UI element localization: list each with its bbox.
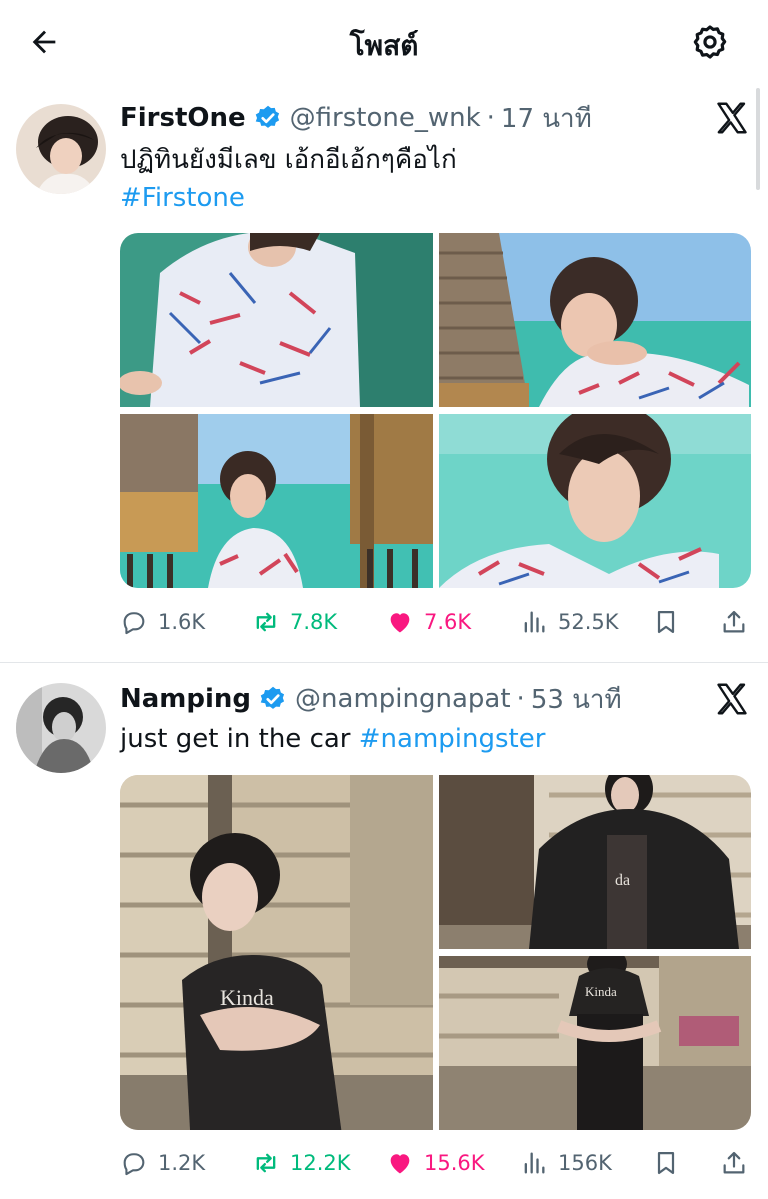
media-grid: Kinda da Kinda xyxy=(120,775,751,1130)
hashtag-link[interactable]: #Firstone xyxy=(120,183,245,213)
settings-button[interactable] xyxy=(688,20,732,64)
post-card[interactable]: Namping @nampingnapat · 53 นาที just get… xyxy=(0,663,768,1199)
media-photo[interactable]: Kinda xyxy=(120,775,433,1130)
x-logo-icon[interactable] xyxy=(714,681,750,717)
post-text: ปฏิทินยังมีเลข เอ้กอีเอ้กๆคือไก่ xyxy=(120,145,457,175)
heart-icon xyxy=(390,613,410,633)
views-button[interactable]: 156K xyxy=(520,1141,612,1185)
post-header: Namping @nampingnapat · 53 นาที xyxy=(120,679,622,719)
media-photo[interactable]: Kinda xyxy=(439,956,751,1130)
views-icon xyxy=(524,611,545,633)
repost-count: 7.8K xyxy=(290,610,338,634)
bookmark-button[interactable] xyxy=(648,1141,684,1185)
post-actions: 1.6K 7.8K 7.6K 52.5K xyxy=(120,600,760,644)
x-logo-icon[interactable] xyxy=(714,100,750,136)
share-button[interactable] xyxy=(716,600,752,644)
repost-count: 12.2K xyxy=(290,1151,351,1175)
media-photo[interactable] xyxy=(120,233,433,407)
svg-text:Kinda: Kinda xyxy=(220,985,274,1010)
media-photo[interactable] xyxy=(439,233,751,407)
hashtag-link[interactable]: #nampingster xyxy=(359,724,546,754)
share-icon xyxy=(723,610,745,633)
verified-badge-icon xyxy=(254,104,282,132)
avatar[interactable] xyxy=(16,104,106,194)
bookmark-icon xyxy=(657,610,675,634)
media-grid xyxy=(120,233,751,588)
reply-button[interactable]: 1.6K xyxy=(120,600,205,644)
separator-dot: · xyxy=(486,103,495,133)
like-count: 15.6K xyxy=(424,1151,485,1175)
display-name[interactable]: Namping xyxy=(120,684,251,714)
repost-button[interactable]: 7.8K xyxy=(252,600,337,644)
reply-count: 1.6K xyxy=(158,610,206,634)
bookmark-button[interactable] xyxy=(648,600,684,644)
heart-icon xyxy=(390,1154,410,1174)
media-photo[interactable] xyxy=(120,414,433,588)
reply-icon xyxy=(123,612,145,635)
avatar[interactable] xyxy=(16,683,106,773)
display-name[interactable]: FirstOne xyxy=(120,103,246,133)
like-button[interactable]: 15.6K xyxy=(386,1141,485,1185)
svg-text:da: da xyxy=(615,872,630,889)
post-hashtag-line: #Firstone xyxy=(120,178,245,218)
post-time[interactable]: 17 นาที xyxy=(501,98,592,139)
views-button[interactable]: 52.5K xyxy=(520,600,619,644)
page-title: โพสต์ xyxy=(349,29,419,62)
repost-icon xyxy=(256,612,276,632)
user-handle[interactable]: @nampingnapat xyxy=(295,684,511,714)
views-count: 52.5K xyxy=(558,610,619,634)
bookmark-icon xyxy=(657,1151,675,1175)
avatar-image xyxy=(16,683,106,773)
reply-icon xyxy=(123,1153,145,1176)
avatar-image xyxy=(16,104,106,194)
like-button[interactable]: 7.6K xyxy=(386,600,471,644)
share-icon xyxy=(723,1151,745,1174)
media-photo[interactable]: da xyxy=(439,775,751,949)
repost-icon xyxy=(256,1153,276,1173)
views-count: 156K xyxy=(558,1151,612,1175)
post-time[interactable]: 53 นาที xyxy=(531,679,622,720)
gear-icon xyxy=(693,25,727,59)
post-text: just get in the car xyxy=(120,724,359,754)
post-text-line: just get in the car #nampingster xyxy=(120,719,545,759)
like-count: 7.6K xyxy=(424,610,472,634)
post-header: FirstOne @firstone_wnk · 17 นาที xyxy=(120,98,592,138)
post-card[interactable]: FirstOne @firstone_wnk · 17 นาที ปฏิทินย… xyxy=(0,84,768,662)
separator-dot: · xyxy=(516,684,525,714)
repost-button[interactable]: 12.2K xyxy=(252,1141,351,1185)
share-button[interactable] xyxy=(716,1141,752,1185)
reply-button[interactable]: 1.2K xyxy=(120,1141,205,1185)
reply-count: 1.2K xyxy=(158,1151,206,1175)
svg-text:Kinda: Kinda xyxy=(585,984,617,999)
verified-badge-icon xyxy=(259,685,287,713)
top-bar: โพสต์ xyxy=(0,0,768,84)
media-photo[interactable] xyxy=(439,414,751,588)
user-handle[interactable]: @firstone_wnk xyxy=(290,103,481,133)
views-icon xyxy=(524,1152,545,1174)
post-actions: 1.2K 12.2K 15.6K 156K xyxy=(120,1141,760,1185)
